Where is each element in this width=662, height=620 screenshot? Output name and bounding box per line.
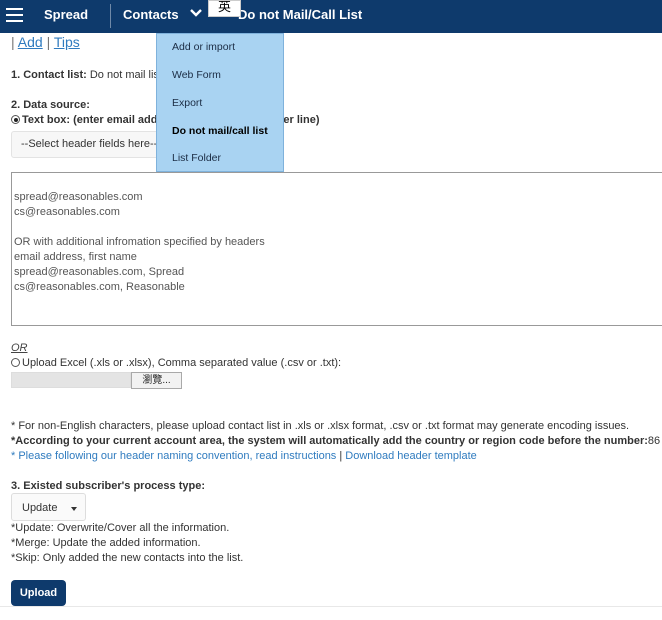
- process-type-descriptions: *Update: Overwrite/Cover all the informa…: [11, 522, 244, 564]
- header-naming-note: * Please following our header naming con…: [11, 450, 477, 462]
- header-fields-select[interactable]: --Select header fields here--: [11, 131, 161, 158]
- contact-list-label: 1. Contact list:: [11, 69, 87, 81]
- contact-list-value: Do not mail list: [89, 69, 162, 81]
- encoding-note: * For non-English characters, please upl…: [11, 420, 630, 432]
- menu-item-add-or-import[interactable]: Add or import: [172, 41, 235, 53]
- contacts-menu[interactable]: Contacts: [123, 7, 179, 22]
- chevron-down-icon[interactable]: [189, 7, 203, 19]
- country-code-value: 86: [647, 435, 661, 447]
- page-title: Do not Mail/Call List: [238, 7, 363, 22]
- top-navbar: Spread Contacts Do not Mail/Call List 英: [0, 0, 662, 33]
- language-switcher[interactable]: 英: [208, 0, 241, 17]
- upload-radio[interactable]: [11, 358, 20, 367]
- file-path-field[interactable]: [11, 372, 131, 388]
- brand-link[interactable]: Spread: [44, 7, 88, 22]
- menu-item-do-not-mail[interactable]: Do not mail/call list: [172, 125, 268, 137]
- tips-link[interactable]: Tips: [54, 34, 80, 50]
- upload-option[interactable]: Upload Excel (.xls or .xlsx), Comma sepa…: [11, 357, 341, 369]
- read-instructions-link[interactable]: * Please following our header naming con…: [11, 450, 336, 462]
- menu-icon[interactable]: [6, 8, 23, 22]
- process-type-select[interactable]: Update: [11, 493, 86, 521]
- contact-data-textarea[interactable]: spread@reasonables.com cs@reasonables.co…: [11, 172, 662, 326]
- textbox-radio[interactable]: [11, 115, 20, 124]
- nav-divider: [110, 4, 111, 28]
- divider: [0, 606, 662, 607]
- or-separator: OR: [11, 342, 28, 354]
- action-links: | Add | Tips: [11, 34, 80, 50]
- menu-item-list-folder[interactable]: List Folder: [172, 152, 221, 164]
- contacts-dropdown-menu: Add or import Web Form Export Do not mai…: [156, 33, 284, 172]
- caret-down-icon: [71, 507, 77, 511]
- process-type-label: 3. Existed subscriber's process type:: [11, 480, 205, 492]
- browse-button[interactable]: 瀏覽...: [131, 372, 182, 389]
- data-source-label: 2. Data source:: [11, 99, 90, 111]
- add-link[interactable]: Add: [18, 34, 43, 50]
- menu-item-web-form[interactable]: Web Form: [172, 69, 221, 81]
- menu-item-export[interactable]: Export: [172, 97, 202, 109]
- upload-button[interactable]: Upload: [11, 580, 66, 606]
- country-code-note: *According to your current account area,…: [11, 435, 661, 447]
- download-template-link[interactable]: Download header template: [345, 450, 476, 462]
- contact-list-row: 1. Contact list: Do not mail list: [11, 69, 162, 81]
